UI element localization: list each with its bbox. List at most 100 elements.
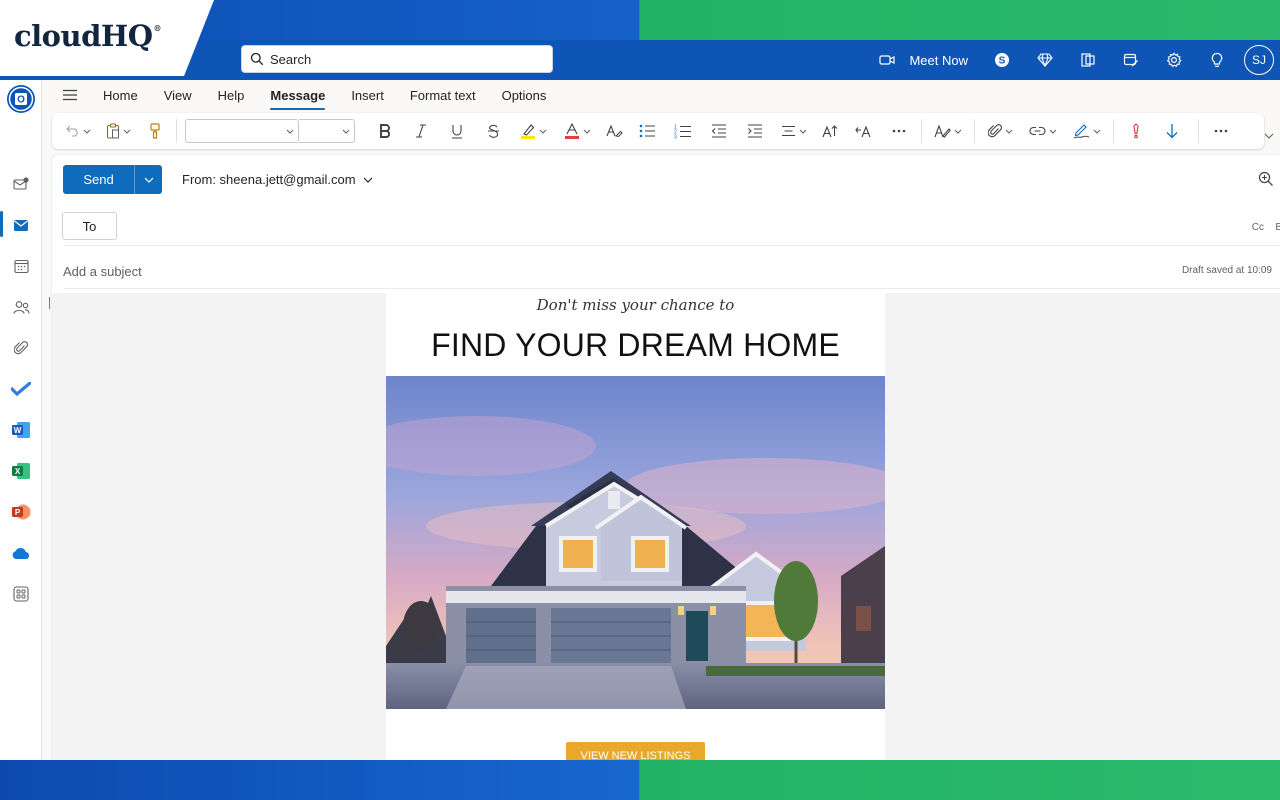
zoom-icon[interactable] — [1258, 171, 1274, 187]
rail-outlook[interactable]: O — [0, 81, 42, 117]
italic-icon — [416, 124, 426, 138]
bold-icon — [380, 124, 391, 138]
send-button[interactable]: Send — [63, 165, 134, 194]
signature-button[interactable] — [1065, 116, 1109, 146]
rail-calendar[interactable] — [0, 248, 42, 284]
font-size-up-icon — [822, 125, 838, 138]
tab-help[interactable]: Help — [205, 80, 258, 110]
rail-files[interactable] — [0, 330, 42, 366]
align-center-icon — [782, 125, 795, 137]
send-options-button[interactable] — [134, 165, 162, 194]
skype-button[interactable]: S — [980, 40, 1023, 80]
rail-more-apps[interactable] — [0, 576, 42, 612]
svg-text:S: S — [998, 56, 1005, 67]
more-icon — [1214, 129, 1228, 133]
app-rail: O W X P — [0, 80, 42, 760]
subject-input[interactable]: Add a subject — [63, 264, 142, 279]
ribbon-expand-chevron-icon[interactable] — [1264, 133, 1274, 139]
premium-button[interactable] — [1023, 40, 1066, 80]
tab-message[interactable]: Message — [257, 80, 338, 110]
excel-icon: X — [12, 463, 30, 479]
attach-file-button[interactable] — [979, 116, 1021, 146]
rail-powerpoint[interactable]: P — [0, 494, 42, 530]
highlight-button[interactable] — [511, 116, 555, 146]
separator — [1113, 119, 1114, 143]
clear-format-icon — [605, 124, 623, 138]
office-apps-button[interactable] — [1066, 40, 1109, 80]
numbering-icon: 123 — [674, 124, 691, 139]
tab-home[interactable]: Home — [90, 80, 151, 110]
avatar[interactable]: SJ — [1244, 45, 1274, 75]
more-options-button[interactable] — [1203, 116, 1239, 146]
tab-options[interactable]: Options — [489, 80, 560, 110]
svg-text:P: P — [15, 508, 21, 517]
divider — [64, 245, 1280, 246]
paste-button[interactable] — [98, 116, 138, 146]
font-family-select[interactable] — [185, 119, 299, 143]
cc-button[interactable]: Cc — [1252, 222, 1264, 233]
meet-now-label: Meet Now — [909, 52, 968, 68]
rail-word[interactable]: W — [0, 412, 42, 448]
ribbon-tabs: Home View Help Message Insert Format tex… — [50, 80, 1280, 110]
tab-view[interactable]: View — [151, 80, 205, 110]
increase-indent-button[interactable] — [737, 116, 773, 146]
chevron-down-icon — [954, 129, 962, 134]
editor-button[interactable] — [926, 116, 970, 146]
svg-text:W: W — [14, 426, 22, 435]
my-day-button[interactable] — [1109, 40, 1152, 80]
gear-icon — [1166, 52, 1182, 68]
rail-people[interactable] — [0, 289, 42, 325]
bold-button[interactable] — [367, 116, 403, 146]
font-color-button[interactable] — [555, 116, 599, 146]
settings-button[interactable] — [1152, 40, 1195, 80]
search-box[interactable]: Search — [241, 45, 553, 73]
from-label: From: sheena.jett@gmail.com — [182, 172, 356, 187]
from-selector[interactable]: From: sheena.jett@gmail.com — [182, 172, 373, 187]
tab-format-text[interactable]: Format text — [397, 80, 489, 110]
menu-button[interactable] — [50, 80, 90, 110]
text-direction-button[interactable] — [845, 116, 881, 146]
apps-grid-icon — [13, 586, 29, 602]
word-icon: W — [12, 422, 30, 438]
format-painter-button[interactable] — [138, 116, 172, 146]
alignment-button[interactable] — [773, 116, 815, 146]
superscript-button[interactable] — [815, 116, 845, 146]
signature-icon — [1073, 124, 1090, 139]
to-button[interactable]: To — [62, 212, 117, 240]
low-importance-button[interactable] — [1154, 116, 1190, 146]
clear-formatting-button[interactable] — [599, 116, 629, 146]
rail-new-mail[interactable] — [0, 166, 42, 202]
undo-icon — [65, 125, 78, 137]
rail-todo[interactable] — [0, 371, 42, 407]
rail-mail[interactable] — [0, 207, 42, 243]
video-icon — [879, 55, 896, 65]
high-importance-button[interactable] — [1118, 116, 1154, 146]
insert-link-button[interactable] — [1021, 116, 1065, 146]
more-formatting-button[interactable] — [881, 116, 917, 146]
bullets-button[interactable] — [629, 116, 665, 146]
numbering-button[interactable]: 123 — [665, 116, 701, 146]
rail-excel[interactable]: X — [0, 453, 42, 489]
chevron-down-icon — [83, 129, 90, 134]
undo-button[interactable] — [58, 116, 98, 146]
decrease-indent-button[interactable] — [701, 116, 737, 146]
svg-text:3: 3 — [674, 134, 677, 139]
italic-button[interactable] — [403, 116, 439, 146]
underline-button[interactable] — [439, 116, 475, 146]
rail-onedrive[interactable] — [0, 535, 42, 571]
email-template[interactable]: Don't miss your chance to FIND YOUR DREA… — [386, 293, 885, 760]
bcc-button[interactable]: B — [1275, 222, 1280, 233]
search-placeholder: Search — [270, 51, 312, 67]
view-listings-button[interactable]: VIEW NEW LISTINGS — [566, 742, 705, 760]
strikethrough-button[interactable] — [475, 116, 511, 146]
meet-now-button[interactable]: Meet Now — [879, 40, 980, 80]
tips-button[interactable] — [1195, 40, 1238, 80]
bullets-icon — [639, 124, 655, 138]
tab-insert[interactable]: Insert — [338, 80, 397, 110]
font-size-select[interactable] — [299, 119, 355, 143]
text-direction-icon — [855, 125, 871, 138]
calendar-edit-icon — [1123, 53, 1138, 67]
arrow-down-icon — [1166, 124, 1178, 139]
lightbulb-icon — [1211, 52, 1222, 67]
logo-mark: ® — [153, 23, 162, 33]
